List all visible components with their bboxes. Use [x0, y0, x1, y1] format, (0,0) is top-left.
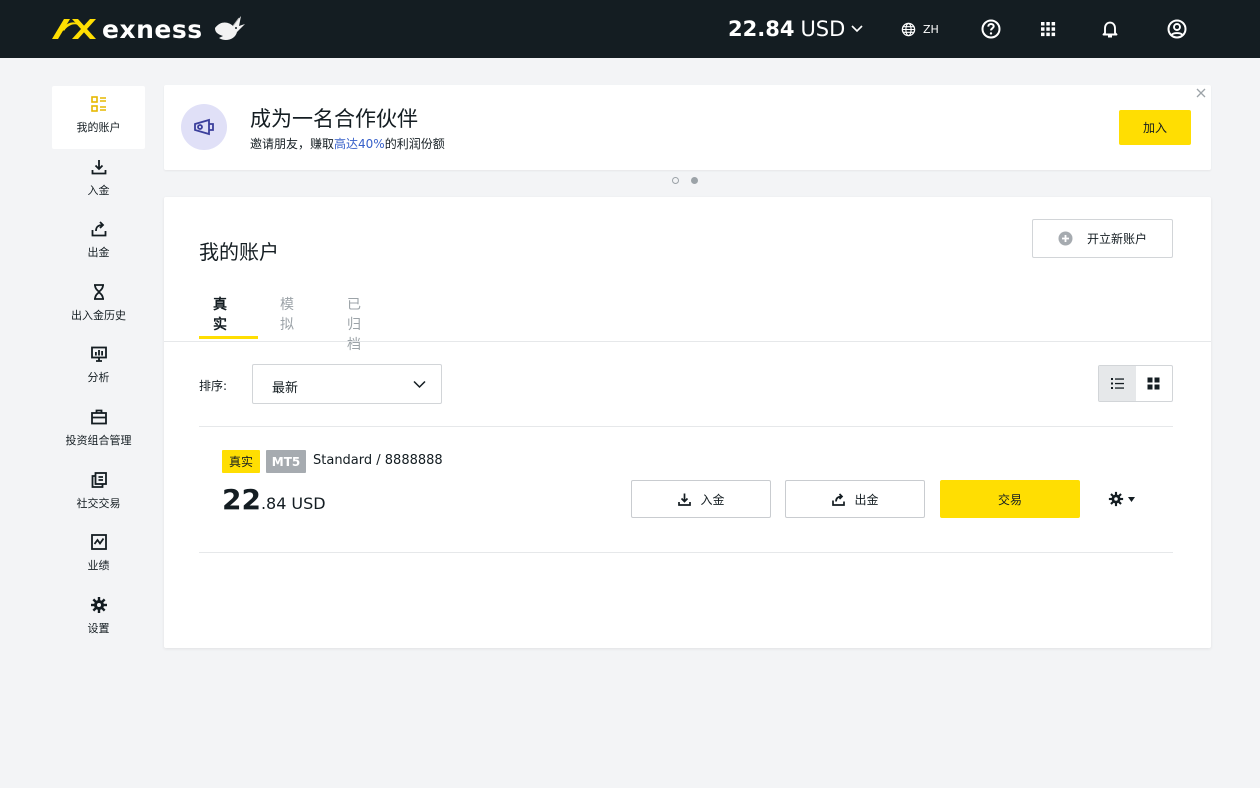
language-code: ZH	[923, 22, 939, 36]
carousel-dot-1[interactable]	[672, 176, 679, 184]
list-view-button[interactable]	[1099, 366, 1136, 401]
balance-currency: USD	[800, 17, 846, 41]
sidebar-item-my-accounts[interactable]: 我的账户	[52, 86, 145, 149]
sidebar: 我的账户 入金 出金 出入金历史 分析 投资组合管理 社交交易 业绩 设置	[52, 86, 145, 649]
deposit-label: 入金	[700, 492, 725, 507]
promo-title: 成为一名合作伙伴	[250, 107, 418, 131]
platform-badge: MT5	[266, 450, 306, 473]
withdraw-icon	[91, 221, 106, 237]
withdraw-icon	[832, 492, 846, 506]
account-settings-menu[interactable]	[1108, 490, 1138, 508]
sidebar-item-label: 入金	[87, 183, 110, 197]
exness-logo[interactable]: exness	[50, 12, 247, 46]
performance-icon	[90, 534, 107, 551]
account-type-badge: 真实	[222, 450, 260, 473]
sidebar-item-label: 我的账户	[76, 121, 121, 134]
my-accounts-panel: 我的账户 开立新账户 真实 模拟 已归档 排序: 最新 真实 MT5 Stand…	[164, 197, 1211, 648]
grid-icon	[1147, 377, 1160, 390]
partner-promo-banner: 成为一名合作伙伴 邀请朋友，赚取高达40%的利润份额 加入	[164, 85, 1211, 170]
deposit-icon	[91, 159, 106, 174]
sort-label: 排序:	[199, 379, 228, 393]
balance-currency: USD	[291, 494, 326, 513]
analytics-icon	[90, 346, 107, 363]
tab-archived[interactable]: 已归档	[347, 283, 361, 353]
deposit-button[interactable]: 入金	[631, 480, 771, 518]
gear-icon	[90, 596, 107, 613]
divider	[199, 426, 1173, 427]
tab-demo[interactable]: 模拟	[280, 283, 294, 342]
carousel-dots	[672, 176, 698, 184]
active-tab-indicator	[199, 336, 258, 339]
top-bar: exness 22.84 USD ZH	[0, 0, 1260, 58]
tab-label: 已归档	[347, 297, 361, 353]
gear-icon	[1108, 491, 1124, 507]
sidebar-item-label: 投资组合管理	[65, 433, 132, 447]
promo-subtitle-suffix: 的利润份额	[384, 137, 445, 151]
open-new-account-label: 开立新账户	[1086, 232, 1147, 246]
sidebar-item-deposit[interactable]: 入金	[52, 149, 145, 212]
balance-decimal: .84	[260, 494, 287, 513]
promo-subtitle-highlight: 高达40%	[334, 137, 385, 151]
dove-icon	[214, 16, 245, 40]
balance-amount: 22.84	[728, 17, 795, 41]
chevron-down-icon	[413, 380, 426, 389]
balance-integer: 22	[222, 483, 261, 516]
sidebar-item-label: 出金	[87, 246, 110, 260]
copy-trading-icon	[91, 471, 107, 488]
brand-name: exness	[102, 14, 203, 44]
globe-icon	[901, 22, 916, 36]
view-mode-toggle	[1098, 365, 1173, 402]
list-icon	[1110, 378, 1124, 389]
sidebar-item-label: 设置	[87, 621, 110, 635]
accounts-icon	[90, 96, 106, 112]
open-new-account-button[interactable]: 开立新账户	[1032, 219, 1173, 258]
trade-button[interactable]: 交易	[940, 480, 1080, 518]
carousel-dot-2[interactable]	[691, 176, 698, 184]
withdraw-button[interactable]: 出金	[785, 480, 925, 518]
briefcase-icon	[90, 409, 107, 425]
sidebar-item-portfolio-management[interactable]: 投资组合管理	[52, 399, 145, 462]
user-profile-icon[interactable]	[1165, 17, 1189, 41]
plus-circle-icon	[1058, 231, 1073, 246]
language-selector[interactable]: ZH	[901, 19, 939, 39]
sidebar-item-label: 社交交易	[76, 496, 121, 510]
help-icon[interactable]	[979, 17, 1003, 41]
hourglass-icon	[93, 283, 104, 300]
sidebar-item-withdraw[interactable]: 出金	[52, 211, 145, 274]
sidebar-item-analytics[interactable]: 分析	[52, 336, 145, 399]
account-name: Standard / 8888888	[313, 453, 443, 468]
chevron-down-icon	[851, 25, 863, 33]
join-button[interactable]: 加入	[1119, 110, 1191, 145]
sort-dropdown[interactable]: 最新	[252, 364, 442, 404]
sort-selected-value: 最新	[272, 381, 299, 396]
sidebar-item-transaction-history[interactable]: 出入金历史	[52, 274, 145, 337]
promo-subtitle-prefix: 邀请朋友，赚取	[250, 137, 335, 151]
bell-icon[interactable]	[1098, 17, 1122, 41]
divider	[199, 552, 1173, 553]
close-icon[interactable]	[1195, 87, 1207, 99]
sidebar-item-social-trading[interactable]: 社交交易	[52, 462, 145, 525]
sidebar-item-settings[interactable]: 设置	[52, 587, 145, 650]
tab-label: 真实	[213, 297, 227, 333]
promo-subtitle: 邀请朋友，赚取高达40%的利润份额	[250, 135, 445, 152]
caret-down-icon	[1128, 496, 1135, 502]
deposit-icon	[678, 493, 692, 506]
sidebar-item-performance[interactable]: 业绩	[52, 524, 145, 587]
balance-dropdown[interactable]: 22.84 USD	[728, 14, 863, 44]
exness-logo-mark-icon	[52, 19, 96, 39]
partner-horn-icon	[181, 104, 227, 150]
divider	[164, 341, 1211, 342]
apps-grid-icon[interactable]	[1036, 17, 1060, 41]
page-title: 我的账户	[199, 240, 279, 264]
tab-label: 模拟	[280, 297, 294, 333]
withdraw-label: 出金	[854, 492, 879, 507]
account-balance: 22 .84 USD	[222, 483, 326, 517]
sidebar-item-label: 分析	[87, 371, 110, 385]
sidebar-item-label: 出入金历史	[71, 308, 126, 322]
grid-view-button[interactable]	[1136, 366, 1173, 401]
sidebar-item-label: 业绩	[87, 559, 110, 573]
tab-real[interactable]: 真实	[213, 283, 227, 342]
